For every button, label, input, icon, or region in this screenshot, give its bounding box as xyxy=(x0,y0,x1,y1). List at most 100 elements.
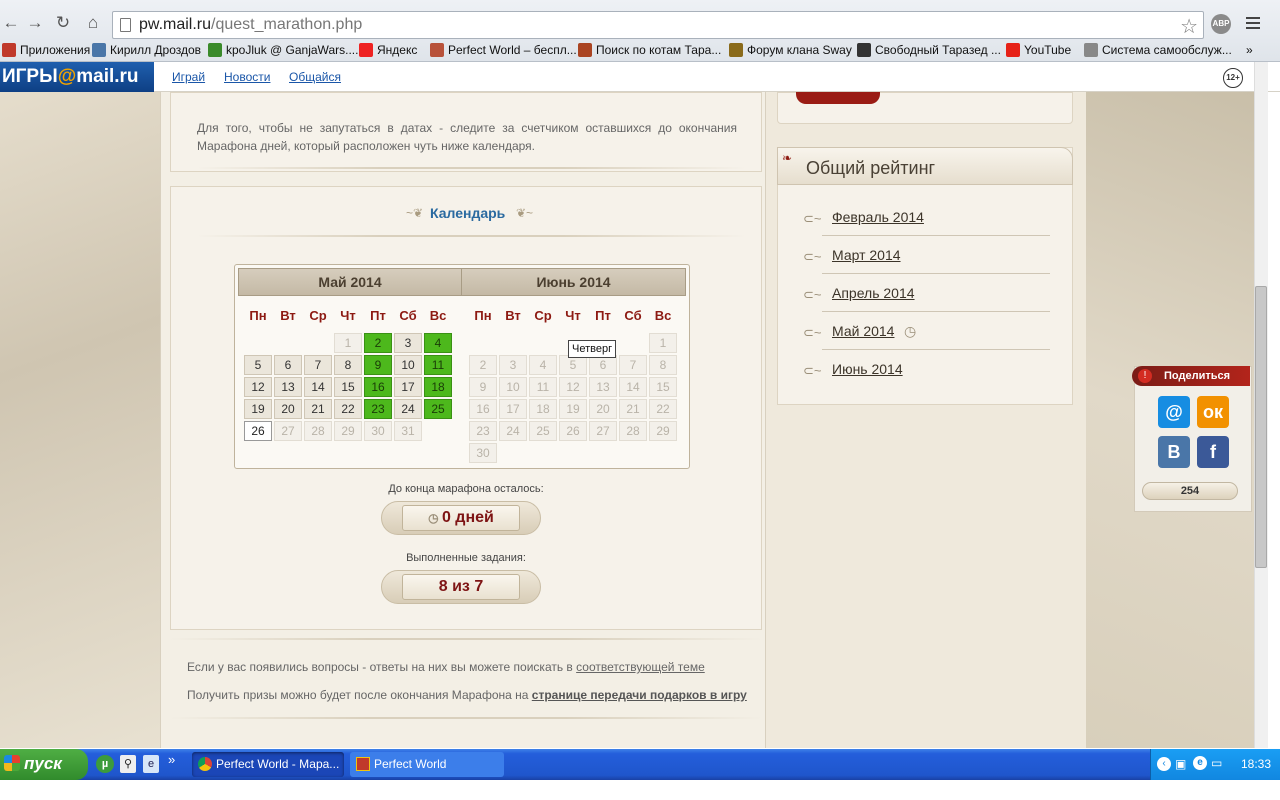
address-bar[interactable]: pw.mail.ru/quest_marathon.php ☆ xyxy=(112,11,1204,39)
calendar-day[interactable]: 6 xyxy=(589,355,617,375)
bookmark-item[interactable]: Поиск по котам Тара... xyxy=(578,42,721,58)
monitor-icon[interactable]: ▭ xyxy=(1211,756,1222,770)
calendar-day[interactable]: 31 xyxy=(394,421,422,441)
share-facebook-button[interactable]: f xyxy=(1197,436,1229,468)
calendar-day[interactable]: 10 xyxy=(394,355,422,375)
calendar-day[interactable]: 18 xyxy=(529,399,557,419)
calendar-day[interactable]: 23 xyxy=(469,421,497,441)
calendar-day[interactable]: 25 xyxy=(424,399,452,419)
bookmark-item[interactable]: Яндекс xyxy=(359,42,417,58)
calendar-day[interactable]: 17 xyxy=(394,377,422,397)
calendar-day[interactable]: 3 xyxy=(499,355,527,375)
calendar-day[interactable]: 19 xyxy=(244,399,272,419)
side-panel-button[interactable] xyxy=(796,92,880,104)
rating-month-link[interactable]: Февраль 2014 xyxy=(832,209,924,225)
calendar-day[interactable]: 23 xyxy=(364,399,392,419)
bookmark-item[interactable]: Perfect World – беспл... xyxy=(430,42,577,58)
utorrent-icon[interactable]: µ xyxy=(96,755,114,773)
calendar-day[interactable]: 17 xyxy=(499,399,527,419)
calendar-day[interactable]: 16 xyxy=(469,399,497,419)
address-url[interactable]: pw.mail.ru/quest_marathon.php xyxy=(139,16,362,34)
calendar-day[interactable]: 30 xyxy=(364,421,392,441)
adblock-icon[interactable]: ABP xyxy=(1211,14,1231,34)
calendar-day[interactable]: 24 xyxy=(499,421,527,441)
calendar-day[interactable]: 29 xyxy=(334,421,362,441)
chrome-menu-icon[interactable] xyxy=(1246,17,1260,32)
calendar-day[interactable]: 5 xyxy=(559,355,587,375)
bookmark-star-icon[interactable]: ☆ xyxy=(1180,14,1198,39)
home-icon[interactable]: ⌂ xyxy=(82,13,104,33)
forward-icon[interactable]: → xyxy=(24,13,46,33)
quicklaunch-more[interactable]: » xyxy=(168,752,175,767)
bookmarks-more[interactable]: » xyxy=(1246,42,1253,58)
bookmark-item[interactable]: Кирилл Дроздов xyxy=(92,42,201,58)
calendar-day[interactable]: 28 xyxy=(619,421,647,441)
calendar-day[interactable]: 10 xyxy=(499,377,527,397)
share-mailru-button[interactable]: @ xyxy=(1158,396,1190,428)
calendar-day[interactable]: 11 xyxy=(529,377,557,397)
bookmark-item[interactable]: Форум клана Sway xyxy=(729,42,852,58)
nav-news-link[interactable]: Новости xyxy=(224,70,270,84)
calendar-day[interactable]: 13 xyxy=(274,377,302,397)
bookmark-item[interactable]: Свободный Таразед ... xyxy=(857,42,1001,58)
calendar-day[interactable]: 16 xyxy=(364,377,392,397)
calendar-day[interactable]: 15 xyxy=(334,377,362,397)
calendar-day[interactable]: 18 xyxy=(424,377,452,397)
calendar-day[interactable]: 11 xyxy=(424,355,452,375)
calendar-day[interactable]: 3 xyxy=(394,333,422,353)
calendar-day[interactable]: 25 xyxy=(529,421,557,441)
task-perfect-world-window[interactable]: Perfect World xyxy=(350,752,504,777)
calendar-day[interactable]: 1 xyxy=(334,333,362,353)
calendar-day[interactable]: 8 xyxy=(334,355,362,375)
share-odnoklassniki-button[interactable]: ок xyxy=(1197,396,1229,428)
calendar-day[interactable]: 22 xyxy=(334,399,362,419)
calendar-day[interactable]: 20 xyxy=(274,399,302,419)
calendar-day[interactable]: 12 xyxy=(559,377,587,397)
calendar-day[interactable]: 4 xyxy=(529,355,557,375)
calendar-day[interactable]: 22 xyxy=(649,399,677,419)
calendar-day[interactable]: 15 xyxy=(649,377,677,397)
calendar-day[interactable]: 29 xyxy=(649,421,677,441)
calendar-day[interactable]: 14 xyxy=(619,377,647,397)
calendar-day[interactable]: 5 xyxy=(244,355,272,375)
bookmark-item[interactable]: Система самообслуж... xyxy=(1084,42,1232,58)
network-icon[interactable]: ▣ xyxy=(1175,757,1186,771)
rating-month-link[interactable]: Апрель 2014 xyxy=(832,285,915,301)
calendar-day[interactable]: 2 xyxy=(364,333,392,353)
back-icon[interactable]: ← xyxy=(0,13,22,33)
calendar-day[interactable]: 19 xyxy=(559,399,587,419)
calendar-day[interactable]: 12 xyxy=(244,377,272,397)
gifts-page-link[interactable]: странице передачи подарков в игру xyxy=(532,688,747,702)
quicklaunch-app-icon[interactable]: ⚲ xyxy=(120,755,136,773)
calendar-day[interactable]: 9 xyxy=(364,355,392,375)
share-vkontakte-button[interactable]: B xyxy=(1158,436,1190,468)
reload-icon[interactable]: ↻ xyxy=(52,13,74,33)
games-mailru-logo[interactable]: ИГРЫ@mail.ru xyxy=(0,62,154,92)
calendar-day[interactable]: 21 xyxy=(619,399,647,419)
calendar-day[interactable]: 9 xyxy=(469,377,497,397)
calendar-day[interactable]: 30 xyxy=(469,443,497,463)
tray-app-icon[interactable]: e xyxy=(1193,756,1207,770)
calendar-day[interactable]: 1 xyxy=(649,333,677,353)
bookmark-item[interactable]: Приложения xyxy=(2,42,90,58)
calendar-day[interactable]: 14 xyxy=(304,377,332,397)
calendar-day[interactable]: 21 xyxy=(304,399,332,419)
quicklaunch-explorer-icon[interactable]: e xyxy=(143,755,159,773)
calendar-day[interactable]: 6 xyxy=(274,355,302,375)
calendar-day[interactable]: 4 xyxy=(424,333,452,353)
scrollbar-thumb[interactable] xyxy=(1255,286,1267,568)
calendar-day[interactable]: 27 xyxy=(589,421,617,441)
calendar-day[interactable]: 27 xyxy=(274,421,302,441)
calendar-day[interactable]: 7 xyxy=(619,355,647,375)
calendar-day[interactable]: 26 xyxy=(244,421,272,441)
rating-month-link[interactable]: Март 2014 xyxy=(832,247,901,263)
nav-social-link[interactable]: Общайся xyxy=(289,70,341,84)
calendar-day[interactable]: 24 xyxy=(394,399,422,419)
calendar-day[interactable]: 26 xyxy=(559,421,587,441)
calendar-day[interactable]: 20 xyxy=(589,399,617,419)
calendar-day[interactable]: 2 xyxy=(469,355,497,375)
task-chrome-window[interactable]: Perfect World - Мара... xyxy=(192,752,344,777)
tray-expand-icon[interactable]: ‹ xyxy=(1157,757,1171,771)
calendar-day[interactable]: 7 xyxy=(304,355,332,375)
calendar-day[interactable]: 28 xyxy=(304,421,332,441)
